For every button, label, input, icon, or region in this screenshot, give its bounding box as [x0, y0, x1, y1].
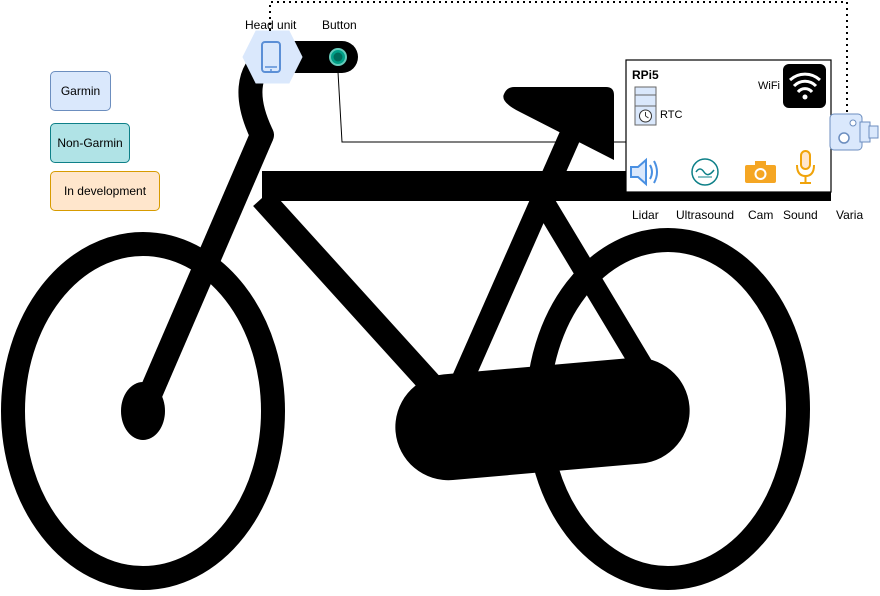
fork: [131, 130, 274, 416]
rpi5-label: RPi5: [632, 68, 659, 82]
varia-label: Varia: [836, 208, 864, 222]
wifi-label: WiFi: [758, 80, 780, 92]
down-tube: [253, 189, 454, 409]
head-unit-hexagon: [242, 30, 303, 84]
bike-diagram: [1, 1, 879, 590]
head-unit-label: Head unit: [245, 18, 297, 32]
ultrasound-label: Ultrasound: [676, 208, 735, 222]
legend-garmin: Garmin: [50, 71, 111, 111]
legend-non-garmin: Non-Garmin: [50, 123, 130, 163]
ultrasound-icon: [691, 158, 719, 186]
wifi-icon: [783, 64, 826, 108]
rtc-label: RTC: [660, 109, 683, 121]
sound-label: Sound: [783, 208, 818, 222]
button-label: Button: [322, 18, 357, 32]
varia-radar-icon: [829, 113, 879, 151]
legend-in-development: In development: [50, 171, 160, 211]
diagram-canvas: Head unit Button RPi5 WiFi RTC Lidar Ult…: [0, 0, 880, 591]
round-button-icon: [329, 48, 347, 66]
lidar-label: Lidar: [632, 208, 659, 222]
cam-label: Cam: [748, 208, 774, 222]
rear-hub: [121, 382, 165, 440]
rtc-clock-icon: [634, 86, 657, 126]
